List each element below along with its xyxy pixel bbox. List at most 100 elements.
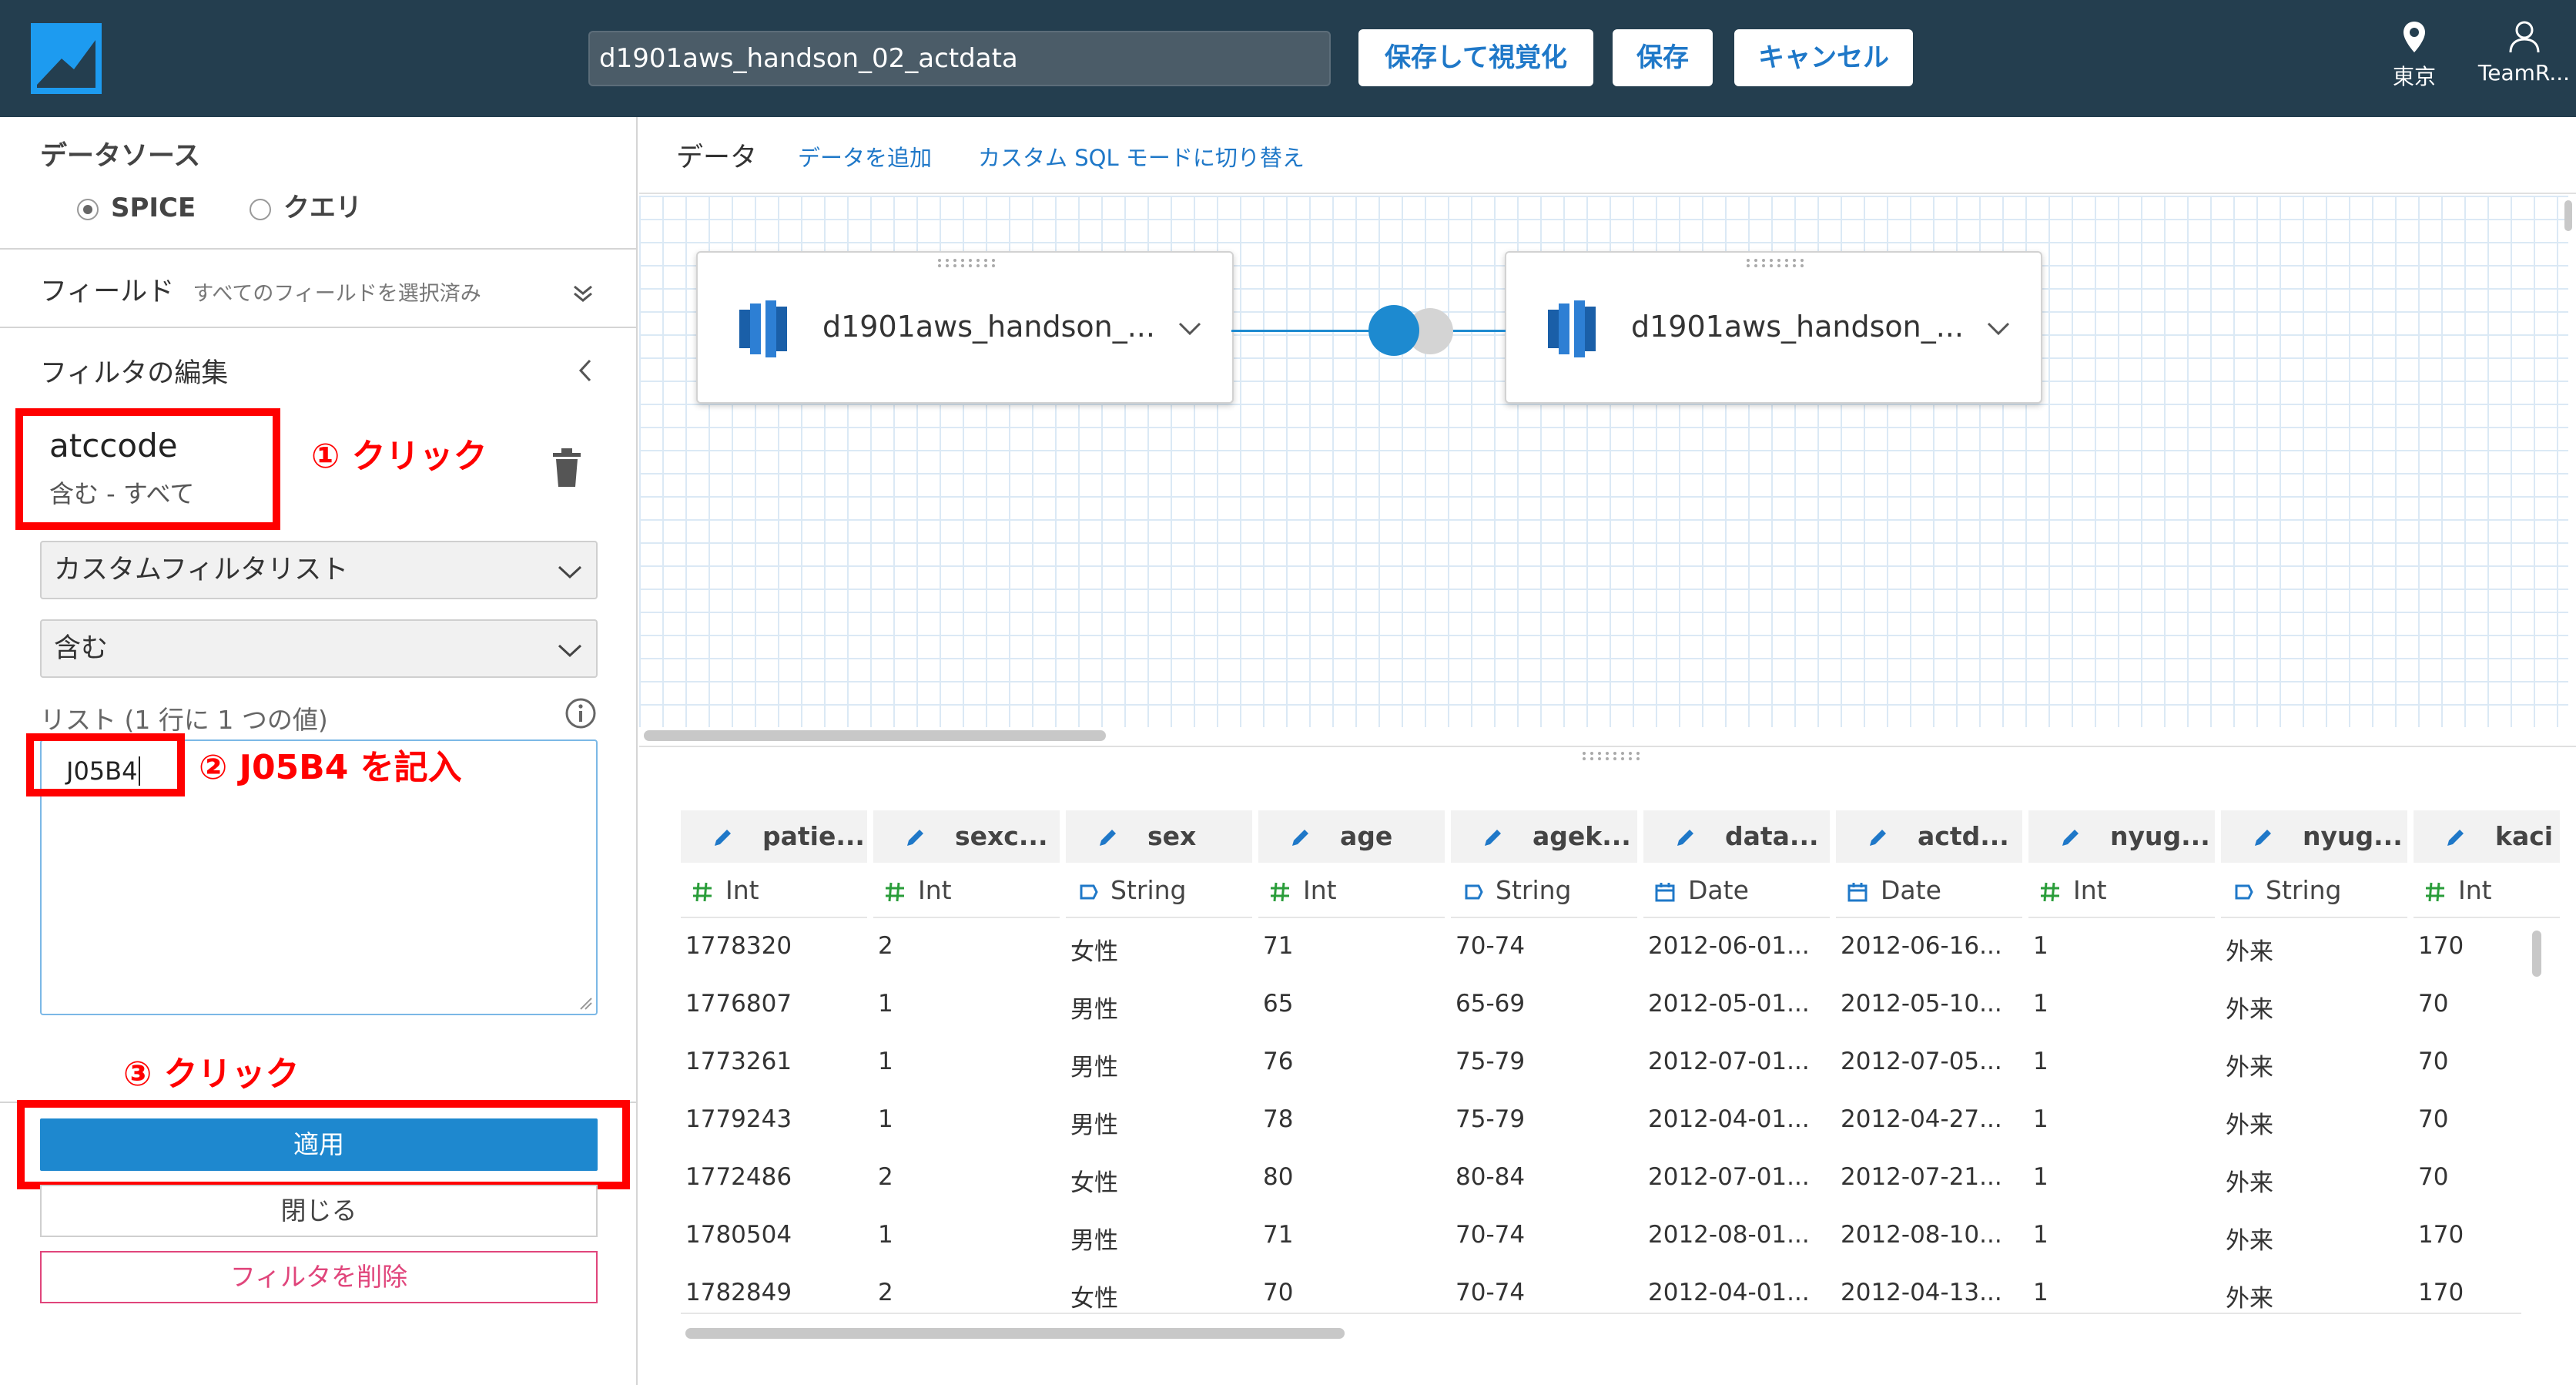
table-cell: 2012-04-27... [1841,1105,2002,1133]
trash-icon[interactable] [550,447,584,488]
drag-handle-icon[interactable] [936,257,998,268]
column-type-label: Int [725,875,759,905]
cancel-button[interactable]: キャンセル [1734,29,1913,86]
edit-pencil-icon[interactable] [1289,826,1312,849]
dataset-name-input[interactable]: d1901aws_handson_02_actdata [588,31,1331,86]
column-type-label: String [2266,875,2342,905]
table-cell: 1782849 [685,1279,792,1306]
column-header[interactable]: age [1258,810,1445,863]
scrollbar-thumb[interactable] [644,730,1106,741]
column-type-label: Int [918,875,952,905]
table-cell: 2012-07-01... [1648,1163,1810,1191]
table-cell: 1 [2033,932,2048,960]
tag-icon [1080,884,1098,899]
custom-sql-link[interactable]: カスタム SQL モードに切り替え [978,140,1305,173]
chevron-down-icon[interactable] [1177,316,1203,342]
table-cell: 1 [878,1221,893,1249]
tag-icon [1465,884,1483,899]
data-source-card[interactable]: d1901aws_handson_... [696,251,1234,404]
column-header[interactable]: actd... [1836,810,2022,863]
join-indicator-left[interactable] [1368,305,1419,356]
drag-handle-icon[interactable] [1745,257,1807,268]
table-cell: 1 [2033,1163,2048,1191]
table-cell: 1773261 [685,1048,792,1075]
fields-section-toggle[interactable]: フィールド すべてのフィールドを選択済み [40,270,595,309]
table-cell: 女性 [1070,938,1118,966]
edit-pencil-icon[interactable] [1482,826,1505,849]
table-cell: 1 [2033,1279,2048,1306]
edit-pencil-icon[interactable] [712,826,735,849]
chevron-left-icon[interactable] [576,357,595,384]
table-cell: 女性 [1070,1285,1118,1313]
column-header[interactable]: sexc... [873,810,1060,863]
table-cell: 2012-04-01... [1648,1279,1810,1306]
edit-pencil-icon[interactable] [904,826,927,849]
match-type-select[interactable]: 含む [40,619,598,678]
edit-pencil-icon[interactable] [2444,826,2467,849]
table-cell: 1 [2033,990,2048,1018]
column-header[interactable]: kaci [2414,810,2560,863]
quicksight-logo-icon[interactable] [31,23,102,94]
calendar-icon [1847,882,1868,901]
column-name: kaci [2495,821,2554,851]
column-type-label: Int [1303,875,1337,905]
scrollbar-thumb[interactable] [2564,200,2572,231]
column-type: Date [1836,863,2022,918]
data-source-card[interactable]: d1901aws_handson_... [1505,251,2042,404]
spice-radio[interactable] [77,198,99,220]
column-type: Int [2414,863,2560,918]
column-header[interactable]: nyug... [2028,810,2215,863]
hash-icon [886,882,904,901]
chevron-down-icon[interactable] [1985,316,2012,342]
table-vertical-scrollbar[interactable] [2531,929,2543,1314]
table-cell: 2 [878,1279,893,1306]
edit-pencil-icon[interactable] [2252,826,2275,849]
filter-type-select[interactable]: カスタムフィルタリスト [40,541,598,599]
table-horizontal-scrollbar[interactable] [681,1326,2521,1340]
close-button[interactable]: 閉じる [40,1185,598,1237]
table-cell: 外来 [2226,1054,2273,1082]
column-header[interactable]: agek... [1451,810,1637,863]
add-data-link[interactable]: データを追加 [798,140,932,173]
scrollbar-thumb[interactable] [685,1328,1345,1339]
column-name: age [1340,821,1393,851]
table-cell: 2012-07-05... [1841,1048,2002,1075]
pane-splitter[interactable] [639,746,2576,761]
table-cell: 75-79 [1455,1105,1526,1133]
drag-handle-icon[interactable] [1581,750,1643,761]
column-name: nyug... [2303,821,2403,851]
table-cell: 1779243 [685,1105,792,1133]
edit-pencil-icon[interactable] [1097,826,1120,849]
table-cell: 外来 [2226,1227,2273,1255]
resize-handle-icon[interactable] [579,997,593,1011]
scrollbar-thumb[interactable] [2532,931,2541,977]
column-header[interactable]: patie... [681,810,867,863]
save-button[interactable]: 保存 [1613,29,1713,86]
save-and-visualize-button[interactable]: 保存して視覚化 [1358,29,1593,86]
edit-pencil-icon[interactable] [2059,826,2082,849]
column-type: Int [873,863,1060,918]
edit-pencil-icon[interactable] [1867,826,1890,849]
user-menu[interactable]: TeamR... [2472,20,2576,86]
double-chevron-down-icon[interactable] [571,282,595,305]
column-type-label: Date [1688,875,1749,905]
hash-icon [2426,882,2444,901]
info-icon[interactable] [564,696,598,730]
column-header[interactable]: nyug... [2221,810,2407,863]
canvas-vertical-scrollbar[interactable] [2563,196,2575,727]
delete-filter-button[interactable]: フィルタを削除 [40,1251,598,1303]
table-cell: 2 [878,1163,893,1191]
fields-title: フィールド [40,277,175,307]
column-type-label: Date [1881,875,1941,905]
join-canvas[interactable]: d1901aws_handson_... d1901aws_handson_..… [639,196,2568,727]
table-cell: 2012-06-16... [1841,932,2002,960]
column-header[interactable]: sex [1066,810,1252,863]
hash-icon [2041,882,2059,901]
table-cell: 1 [2033,1048,2048,1075]
query-radio[interactable] [249,198,271,220]
table-cell: 1772486 [685,1163,792,1191]
region-selector[interactable]: 東京 [2376,20,2453,91]
canvas-horizontal-scrollbar[interactable] [644,729,2569,743]
edit-pencil-icon[interactable] [1674,826,1697,849]
column-header[interactable]: data... [1643,810,1830,863]
